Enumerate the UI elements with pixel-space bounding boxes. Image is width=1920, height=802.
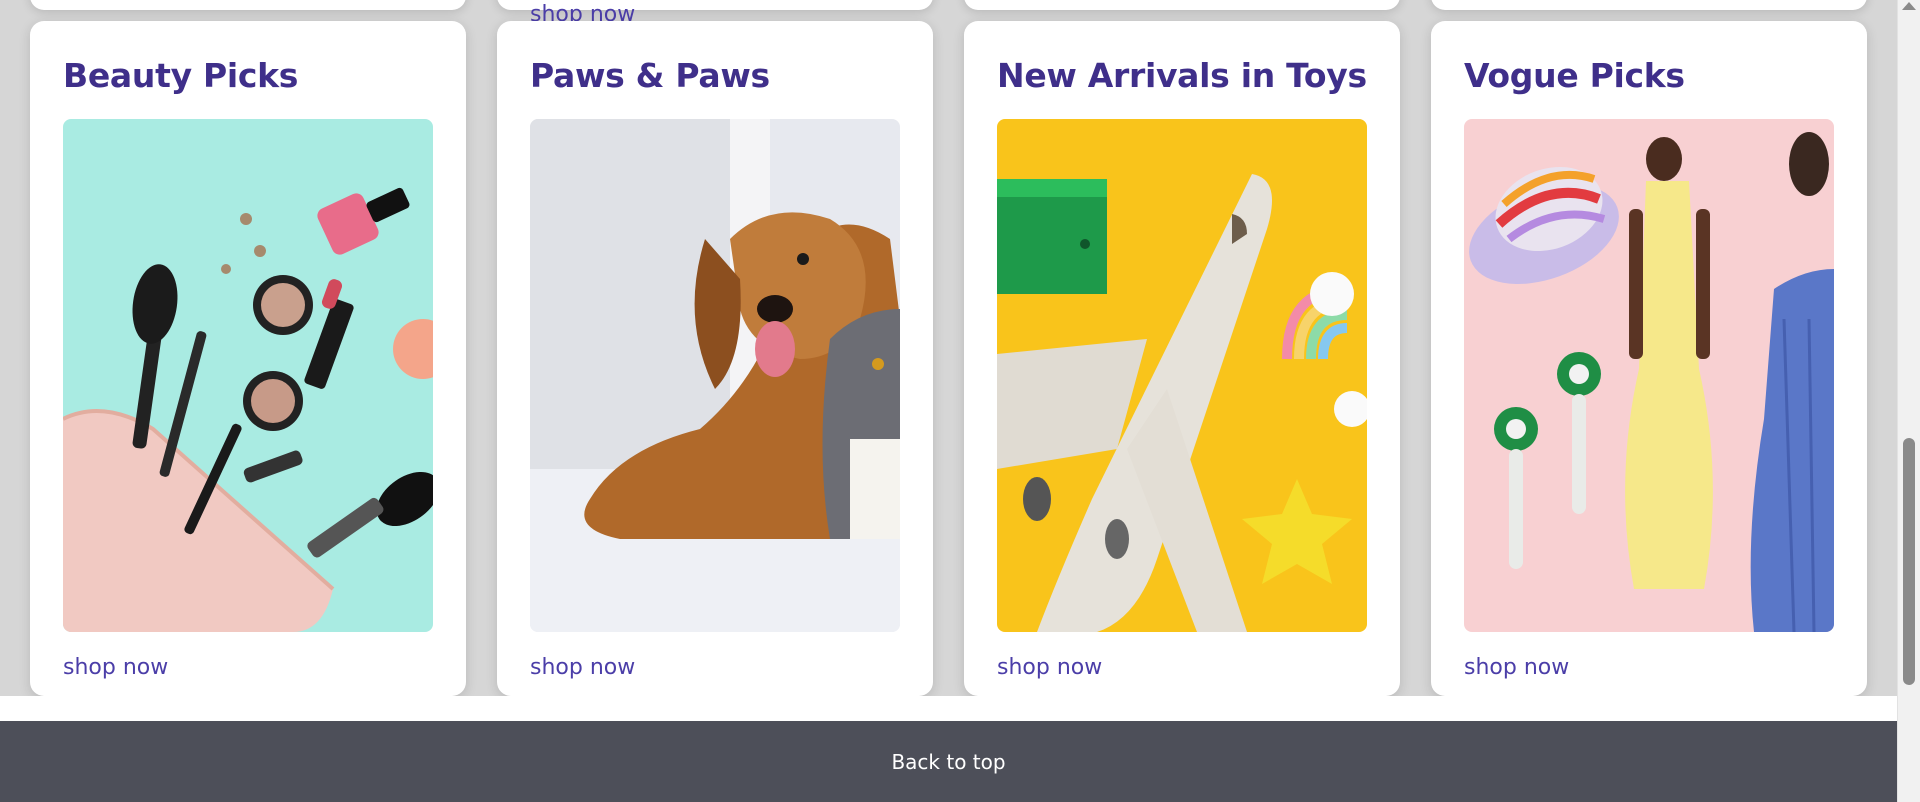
card-title: Paws & Paws: [530, 56, 770, 95]
shop-now-link[interactable]: shop now: [1464, 655, 1569, 681]
card-title: Vogue Picks: [1464, 56, 1685, 95]
beauty-products-image[interactable]: [63, 119, 433, 632]
previous-card: [964, 0, 1400, 10]
toy-airplane-image[interactable]: [997, 119, 1367, 632]
previous-card: [30, 0, 466, 10]
category-grid: Beauty Picks shop now Paws & Paws shop n…: [30, 21, 1868, 696]
category-card-pets: Paws & Paws shop now: [497, 21, 933, 696]
back-to-top-button[interactable]: Back to top: [0, 721, 1897, 802]
vertical-scrollbar[interactable]: [1897, 0, 1920, 802]
page-bottom-spacer: [0, 696, 1897, 721]
category-card-toys: New Arrivals in Toys shop now: [964, 21, 1400, 696]
page: shop now Beauty Picks shop now Paws & Pa…: [0, 0, 1897, 802]
previous-card: [1431, 0, 1867, 10]
shop-now-link[interactable]: shop now: [530, 655, 635, 681]
scroll-thumb[interactable]: [1903, 438, 1915, 685]
shop-now-link[interactable]: shop now: [63, 655, 168, 681]
card-title: Beauty Picks: [63, 56, 299, 95]
category-card-beauty: Beauty Picks shop now: [30, 21, 466, 696]
shop-now-link[interactable]: shop now: [997, 655, 1102, 681]
scroll-up-arrow-icon[interactable]: [1902, 2, 1916, 10]
card-title: New Arrivals in Toys: [997, 56, 1367, 95]
dog-and-cat-image[interactable]: [530, 119, 900, 632]
category-card-fashion: Vogue Picks shop now: [1431, 21, 1867, 696]
footer: Back to top: [0, 721, 1897, 802]
fashion-picks-image[interactable]: [1464, 119, 1834, 632]
